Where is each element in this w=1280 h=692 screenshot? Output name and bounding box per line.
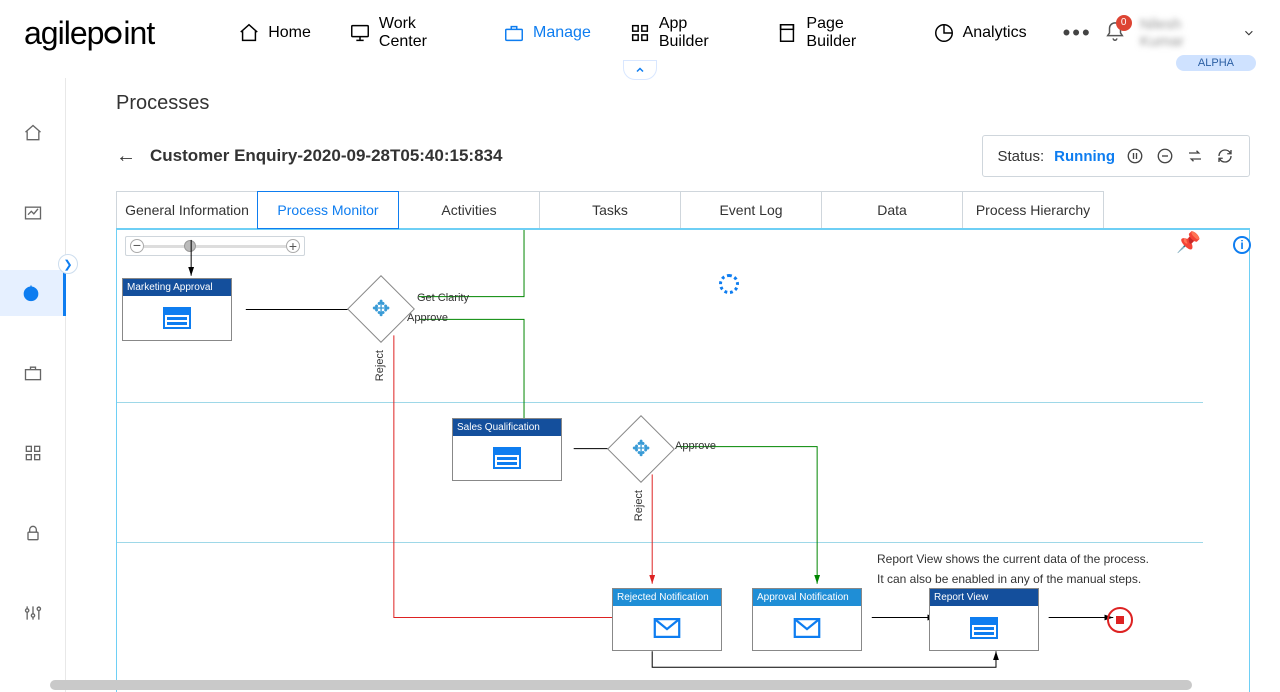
stop-button[interactable] — [1155, 146, 1175, 166]
nav-work-center[interactable]: Work Center — [335, 9, 479, 57]
node-approval-notification[interactable]: Approval Notification — [752, 588, 862, 651]
horizontal-scrollbar[interactable] — [50, 680, 1252, 690]
label-reject: Reject — [374, 350, 386, 381]
chevron-down-icon[interactable] — [1242, 26, 1256, 40]
gateway-move-icon: ✥ — [632, 436, 650, 462]
chevron-up-icon — [634, 64, 646, 76]
sidebar-item-settings[interactable] — [10, 590, 56, 636]
nav-more[interactable]: ••• — [1051, 20, 1104, 46]
gateway-move-icon: ✥ — [372, 296, 390, 322]
pin-button[interactable]: 📌 — [1176, 230, 1201, 255]
form-icon — [123, 296, 231, 340]
nav-home-label: Home — [268, 24, 311, 42]
node-label: Sales Qualification — [453, 419, 561, 436]
tab-event-log[interactable]: Event Log — [680, 191, 822, 229]
label-approve-2: Approve — [675, 440, 716, 452]
node-report-view[interactable]: Report View — [929, 588, 1039, 651]
home-icon — [238, 22, 260, 44]
status-label: Status: — [997, 148, 1044, 165]
tab-process-hierarchy[interactable]: Process Hierarchy — [962, 191, 1104, 229]
label-get-clarity: Get Clarity — [417, 292, 469, 304]
node-label: Report View — [930, 589, 1038, 606]
node-label: Rejected Notification — [613, 589, 721, 606]
main-content: Processes ← Customer Enquiry-2020-09-28T… — [66, 78, 1280, 692]
label-approve: Approve — [407, 312, 448, 324]
tab-process-monitor[interactable]: Process Monitor — [257, 191, 399, 229]
note-line1: Report View shows the current data of th… — [877, 552, 1149, 566]
nav-analytics[interactable]: Analytics — [919, 16, 1041, 50]
main-nav: Home Work Center Manage App Builder Page… — [224, 9, 1104, 57]
brand-logo: agilepint — [24, 15, 154, 52]
user-name[interactable]: Nilesh Kumar — [1140, 16, 1229, 50]
refresh-button[interactable] — [1215, 146, 1235, 166]
sidebar-item-work[interactable] — [10, 350, 56, 396]
sidebar-item-reports[interactable] — [10, 190, 56, 236]
node-label: Approval Notification — [753, 589, 861, 606]
process-name: Customer Enquiry-2020-09-28T05:40:15:834 — [150, 146, 968, 166]
page-title: Processes — [116, 78, 1250, 129]
sidebar-item-apps[interactable] — [10, 430, 56, 476]
pause-button[interactable] — [1125, 146, 1145, 166]
node-marketing-approval[interactable]: Marketing Approval — [122, 278, 232, 341]
mail-icon — [753, 606, 861, 650]
page-icon — [776, 22, 798, 44]
lane-divider — [117, 402, 1203, 403]
tab-data[interactable]: Data — [821, 191, 963, 229]
nav-analytics-label: Analytics — [963, 24, 1027, 42]
topbar: agilepint Home Work Center Manage App Bu… — [0, 0, 1280, 66]
left-sidebar — [0, 78, 66, 692]
loading-spinner — [719, 274, 739, 294]
zoom-out-button[interactable]: − — [130, 239, 144, 253]
form-icon — [453, 436, 561, 480]
notifications-button[interactable]: 0 — [1104, 21, 1126, 46]
tab-tasks[interactable]: Tasks — [539, 191, 681, 229]
tabs: General Information Process Monitor Acti… — [116, 191, 1250, 229]
zoom-in-button[interactable]: + — [286, 239, 300, 253]
notif-badge: 0 — [1116, 15, 1132, 31]
gateway-2[interactable]: ✥ — [617, 425, 665, 473]
process-canvas[interactable]: − + 📌 i — [116, 228, 1250, 692]
node-label: Marketing Approval — [123, 279, 231, 296]
nav-page-builder[interactable]: Page Builder — [762, 9, 908, 57]
collapse-topnav[interactable] — [623, 60, 657, 80]
nav-app-builder[interactable]: App Builder — [615, 9, 753, 57]
sidebar-item-security[interactable] — [10, 510, 56, 556]
lane-divider — [117, 542, 1203, 543]
status-box: Status: Running — [982, 135, 1250, 177]
status-value: Running — [1054, 148, 1115, 165]
nav-manage-label: Manage — [533, 24, 591, 42]
nav-app-builder-label: App Builder — [659, 15, 739, 51]
note-line2: It can also be enabled in any of the man… — [877, 572, 1141, 586]
swap-button[interactable] — [1185, 146, 1205, 166]
tab-activities[interactable]: Activities — [398, 191, 540, 229]
monitor-icon — [349, 22, 371, 44]
info-button[interactable]: i — [1233, 236, 1251, 254]
process-header: ← Customer Enquiry-2020-09-28T05:40:15:8… — [116, 129, 1250, 191]
tab-general[interactable]: General Information — [116, 191, 258, 229]
nav-manage[interactable]: Manage — [489, 16, 605, 50]
briefcase-icon — [503, 22, 525, 44]
chart-pie-icon — [933, 22, 955, 44]
back-button[interactable]: ← — [116, 145, 136, 168]
end-event[interactable] — [1107, 607, 1133, 633]
nav-page-builder-label: Page Builder — [806, 15, 894, 51]
sidebar-item-processes[interactable] — [0, 270, 66, 316]
nav-work-center-label: Work Center — [379, 15, 465, 51]
grid-icon — [629, 22, 651, 44]
nav-home[interactable]: Home — [224, 16, 325, 50]
zoom-slider[interactable] — [144, 245, 286, 248]
alpha-badge: ALPHA — [1176, 55, 1256, 71]
form-icon — [930, 606, 1038, 650]
mail-icon — [613, 606, 721, 650]
gateway-1[interactable]: ✥ — [357, 285, 405, 333]
node-sales-qualification[interactable]: Sales Qualification — [452, 418, 562, 481]
sidebar-item-home[interactable] — [10, 110, 56, 156]
label-reject-2: Reject — [633, 490, 645, 521]
user-area: 0 Nilesh Kumar — [1104, 16, 1256, 50]
zoom-control: − + — [125, 236, 305, 256]
node-rejected-notification[interactable]: Rejected Notification — [612, 588, 722, 651]
zoom-thumb[interactable] — [184, 240, 196, 252]
